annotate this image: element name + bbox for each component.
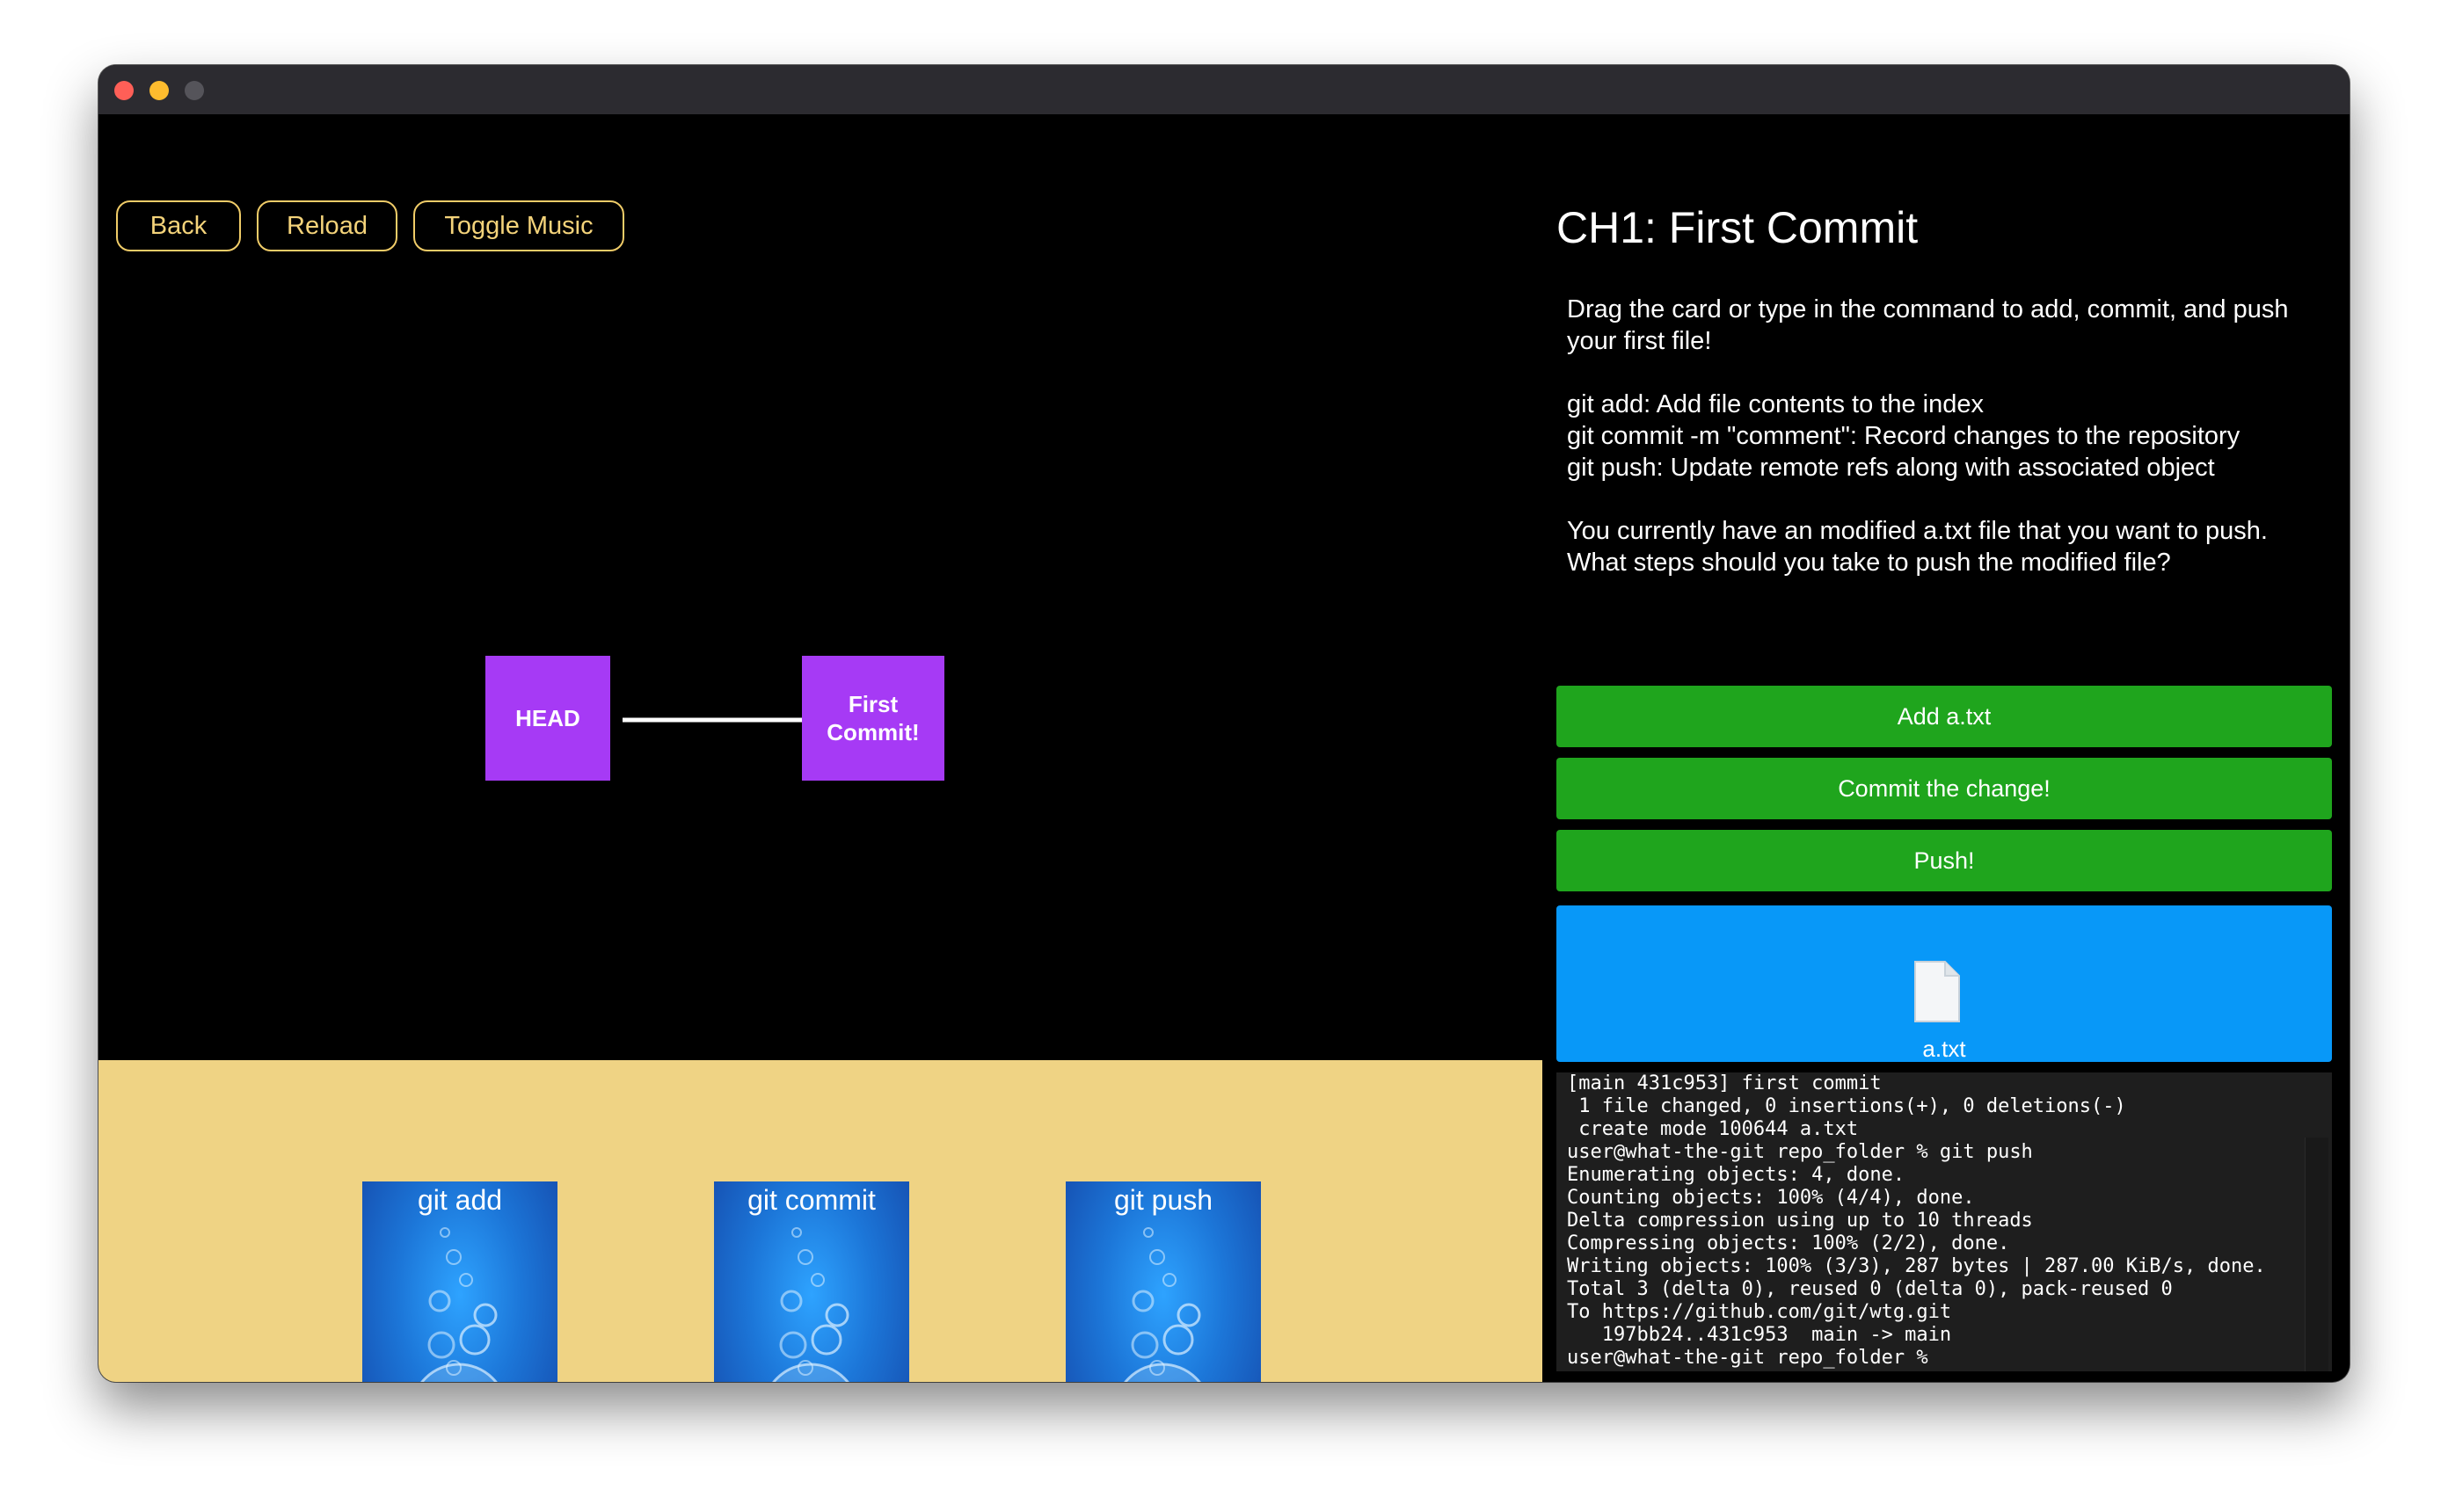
terminal-lines: [main 431c953] first commit 1 file chang… <box>1567 1072 2266 1370</box>
terminal-line: Counting objects: 100% (4/4), done. <box>1567 1187 1975 1209</box>
close-window-button[interactable] <box>114 81 134 100</box>
commit-button[interactable]: Commit the change! <box>1556 758 2332 819</box>
lesson-question: You currently have an modified a.txt fil… <box>1567 517 2268 577</box>
head-node: HEAD <box>485 656 610 781</box>
terminal-line: Total 3 (delta 0), reused 0 (delta 0), p… <box>1567 1278 2173 1300</box>
lesson-intro: Drag the card or type in the command to … <box>1567 295 2289 355</box>
title-bar <box>98 65 2350 114</box>
add-file-button[interactable]: Add a.txt <box>1556 686 2332 747</box>
terminal-line: [main 431c953] first commit <box>1567 1072 1882 1094</box>
app-window: Back Reload Toggle Music HEAD First Comm… <box>98 65 2350 1382</box>
lesson-instructions: Drag the card or type in the command to … <box>1567 294 2332 578</box>
terminal-line: create mode 100644 a.txt <box>1567 1118 1859 1140</box>
git-push-card[interactable]: git push <box>1066 1181 1261 1382</box>
terminal-line: 1 file changed, 0 insertions(+), 0 delet… <box>1567 1095 2126 1117</box>
git-add-card[interactable]: git add <box>362 1181 557 1382</box>
command-card-deck: git add git commit git push <box>98 1060 1542 1382</box>
git-commit-card[interactable]: git commit <box>714 1181 909 1382</box>
toggle-music-button[interactable]: Toggle Music <box>413 200 624 251</box>
reload-button[interactable]: Reload <box>257 200 397 251</box>
file-icon[interactable] <box>1912 958 1963 1025</box>
terminal-line: Enumerating objects: 4, done. <box>1567 1164 1905 1186</box>
terminal-output: [main 431c953] first commit 1 file chang… <box>1556 1072 2332 1371</box>
card-label: git add <box>417 1184 503 1216</box>
terminal-line: Delta compression using up to 10 threads <box>1567 1210 2033 1232</box>
card-label: git commit <box>747 1184 876 1216</box>
maximize-window-button[interactable] <box>185 81 204 100</box>
chapter-title: CH1: First Commit <box>1556 203 1919 252</box>
first-commit-node: First Commit! <box>802 656 944 781</box>
command-help-push: git push: Update remote refs along with … <box>1567 454 2215 482</box>
back-button[interactable]: Back <box>116 200 241 251</box>
minimize-window-button[interactable] <box>149 81 169 100</box>
file-name: a.txt <box>1922 1036 1966 1062</box>
command-help-commit: git commit -m "comment": Record changes … <box>1567 422 2240 450</box>
terminal-line: Writing objects: 100% (3/3), 287 bytes |… <box>1567 1255 2266 1277</box>
terminal-scrollbar[interactable] <box>2305 1138 2328 1371</box>
command-help-add: git add: Add file contents to the index <box>1567 390 1984 418</box>
push-button[interactable]: Push! <box>1556 830 2332 891</box>
file-drop-zone[interactable]: a.txt <box>1556 905 2332 1062</box>
terminal-line: user@what-the-git repo_folder % <box>1567 1347 1928 1369</box>
lesson-panel: CH1: First Commit Drag the card or type … <box>1542 114 2350 1382</box>
game-board: Back Reload Toggle Music HEAD First Comm… <box>98 114 1542 1382</box>
terminal-line: Compressing objects: 100% (2/2), done. <box>1567 1232 2010 1254</box>
terminal-line: user@what-the-git repo_folder % git push <box>1567 1141 2033 1163</box>
terminal-line: 197bb24..431c953 main -> main <box>1567 1324 1952 1346</box>
card-label: git push <box>1113 1184 1213 1216</box>
terminal-line: To https://github.com/git/wtg.git <box>1567 1301 1952 1323</box>
